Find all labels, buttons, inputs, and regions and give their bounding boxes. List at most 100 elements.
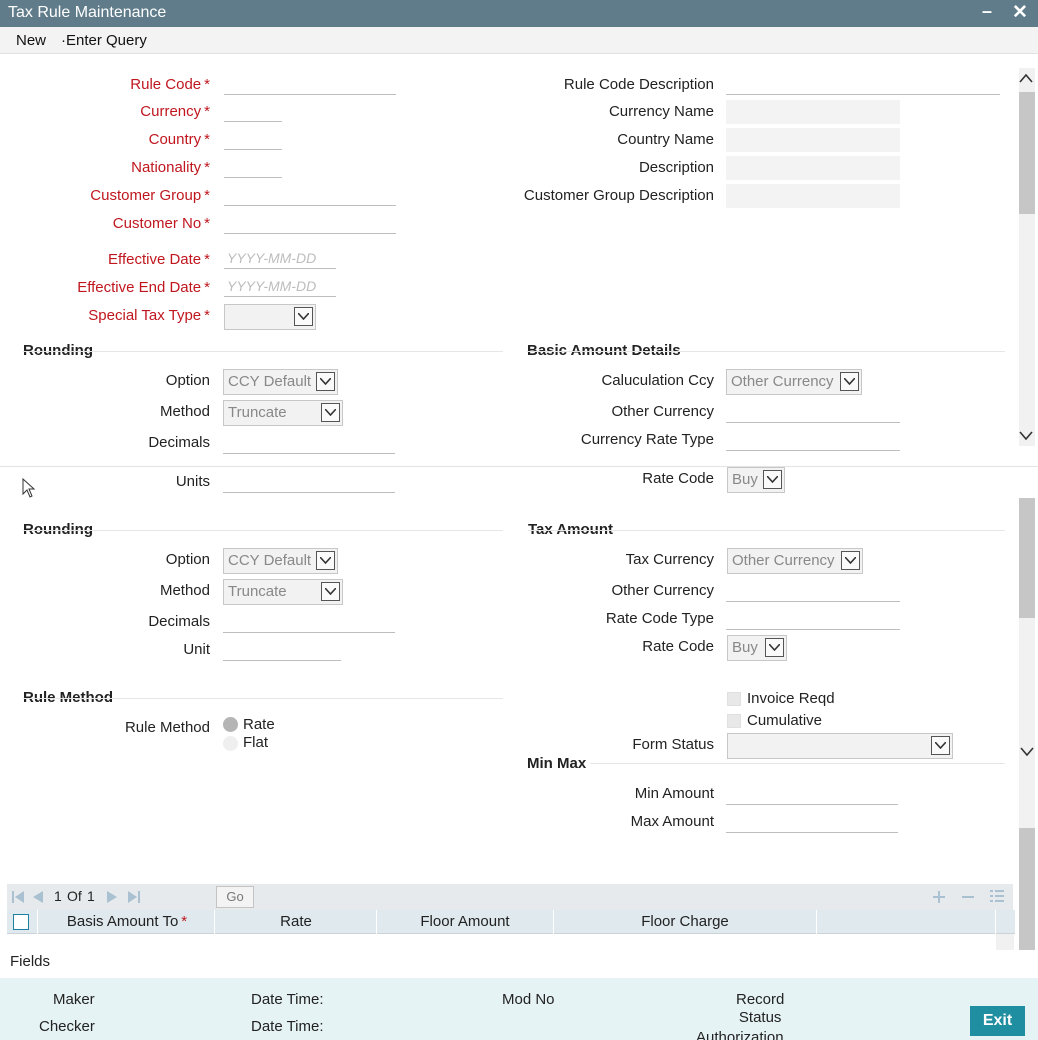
calculation-ccy-select[interactable]: Other Currency	[726, 369, 862, 395]
min-amount-input[interactable]	[726, 783, 898, 805]
country-input[interactable]	[224, 128, 282, 150]
rounding-decimals-label: Decimals	[148, 434, 210, 451]
rounding-2-option-select[interactable]: CCY Default	[223, 548, 338, 574]
pager-current: 1	[54, 888, 62, 904]
currency-label: Currency *	[140, 103, 210, 120]
chevron-down-icon	[841, 551, 860, 570]
rounding-decimals-input[interactable]	[223, 432, 395, 454]
rule-method-rate-label: Rate	[243, 716, 275, 733]
rounding-method-select[interactable]: Truncate	[223, 400, 343, 426]
upper-scrollbar[interactable]	[1019, 68, 1035, 446]
lower-scrollbar[interactable]	[1019, 498, 1035, 950]
effective-end-date-input[interactable]	[224, 275, 336, 297]
rule-code-label: Rule Code *	[130, 76, 210, 93]
customer-group-description-label: Customer Group Description	[523, 187, 714, 204]
max-amount-input[interactable]	[726, 811, 898, 833]
menu-enter-query[interactable]: ·Enter Query	[61, 32, 147, 49]
invoice-reqd-label: Invoice Reqd	[747, 690, 835, 707]
add-row-icon[interactable]	[933, 891, 945, 903]
tax-rate-code-select[interactable]: Buy	[727, 635, 787, 661]
checker-label: Checker	[39, 1018, 95, 1035]
first-page-icon[interactable]	[12, 891, 24, 903]
column-floor-amount[interactable]: Floor Amount	[377, 913, 553, 930]
select-all-checkbox[interactable]	[13, 914, 29, 930]
rounding-2-unit-input[interactable]	[223, 639, 341, 661]
max-amount-label: Max Amount	[630, 813, 714, 830]
customer-group-input[interactable]	[224, 184, 396, 206]
customer-no-label: Customer No *	[112, 215, 210, 232]
rule-method-rate-radio[interactable]	[223, 717, 238, 732]
rounding-units-input[interactable]	[223, 471, 395, 493]
currency-rate-type-input[interactable]	[726, 429, 900, 451]
description-label: Description	[638, 159, 714, 176]
maker-date-time-label: Date Time:	[251, 991, 324, 1008]
rounding-option-select[interactable]: CCY Default	[223, 369, 338, 395]
scroll-down-icon[interactable]	[1019, 428, 1033, 445]
close-icon[interactable]: ✕	[1012, 1, 1028, 24]
rounding-2-decimals-input[interactable]	[223, 611, 395, 633]
minimize-icon[interactable]: –	[982, 1, 992, 22]
chevron-down-icon	[321, 582, 340, 601]
special-tax-type-select[interactable]	[224, 304, 316, 330]
form-status-select[interactable]	[727, 733, 953, 759]
currency-input[interactable]	[224, 100, 282, 122]
scroll-down-icon[interactable]	[1020, 744, 1034, 761]
form-status-label: Form Status	[632, 736, 714, 753]
currency-name-field	[726, 100, 900, 124]
column-rate[interactable]: Rate	[215, 913, 377, 930]
lower-scrollbar-thumb-2[interactable]	[1019, 828, 1035, 950]
effective-date-input[interactable]	[224, 247, 336, 269]
rule-code-description-input[interactable]	[726, 73, 1000, 95]
next-page-icon[interactable]	[107, 891, 117, 903]
column-floor-charge[interactable]: Floor Charge	[554, 913, 816, 930]
grid-toolbar: 1 Of 1 Go	[7, 884, 1013, 910]
chevron-down-icon	[316, 551, 335, 570]
section-divider	[23, 698, 503, 699]
scroll-up-icon[interactable]	[1019, 70, 1033, 86]
description-field	[726, 156, 900, 180]
rate-code-type-label: Rate Code Type	[605, 610, 714, 627]
grid-header: Basis Amount To * Rate Floor Amount Floor…	[7, 910, 1015, 934]
nationality-input[interactable]	[224, 156, 282, 178]
upper-scrollbar-thumb[interactable]	[1019, 92, 1035, 214]
section-divider	[528, 530, 1005, 531]
basic-other-currency-input[interactable]	[726, 401, 900, 423]
column-basis-amount-to[interactable]: Basis Amount To *	[39, 913, 215, 930]
currency-rate-type-label: Currency Rate Type	[580, 431, 714, 448]
lower-scrollbar-thumb[interactable]	[1019, 498, 1035, 618]
rounding-method-label: Method	[159, 403, 210, 420]
grid-scrollbar[interactable]	[996, 934, 1014, 950]
chevron-down-icon	[765, 638, 784, 657]
rule-code-input[interactable]	[224, 73, 396, 95]
country-name-label: Country Name	[617, 131, 714, 148]
basic-rate-code-select[interactable]: Buy	[727, 467, 785, 493]
previous-page-icon[interactable]	[33, 891, 43, 903]
single-view-icon[interactable]	[990, 889, 1004, 903]
rounding-2-method-select[interactable]: Truncate	[223, 579, 343, 605]
customer-no-input[interactable]	[224, 212, 396, 234]
effective-date-label: Effective Date *	[108, 251, 210, 268]
tax-currency-label: Tax Currency	[625, 551, 714, 568]
tax-other-currency-input[interactable]	[726, 580, 900, 602]
rounding-2-unit-label: Unit	[183, 641, 210, 658]
menu-new[interactable]: New	[16, 32, 46, 49]
invoice-reqd-checkbox[interactable]	[727, 692, 741, 706]
last-page-icon[interactable]	[128, 891, 140, 903]
tax-currency-select[interactable]: Other Currency	[727, 548, 863, 574]
go-button[interactable]: Go	[216, 886, 254, 908]
customer-group-description-field	[726, 184, 900, 208]
rule-method-flat-radio[interactable]	[223, 736, 238, 751]
cumulative-checkbox[interactable]	[727, 714, 741, 728]
delete-row-icon[interactable]	[962, 891, 974, 903]
chevron-down-icon	[316, 372, 335, 391]
exit-button[interactable]: Exit	[970, 1006, 1025, 1036]
country-label: Country *	[148, 131, 210, 148]
basic-rate-code-label: Rate Code	[642, 470, 714, 487]
tax-other-currency-label: Other Currency	[611, 582, 714, 599]
basic-other-currency-label: Other Currency	[611, 403, 714, 420]
menu-bar: New ·Enter Query	[0, 27, 1038, 54]
section-divider	[590, 763, 1005, 764]
fields-link[interactable]: Fields	[10, 953, 50, 970]
rate-code-type-input[interactable]	[726, 608, 900, 630]
nationality-label: Nationality *	[131, 159, 210, 176]
